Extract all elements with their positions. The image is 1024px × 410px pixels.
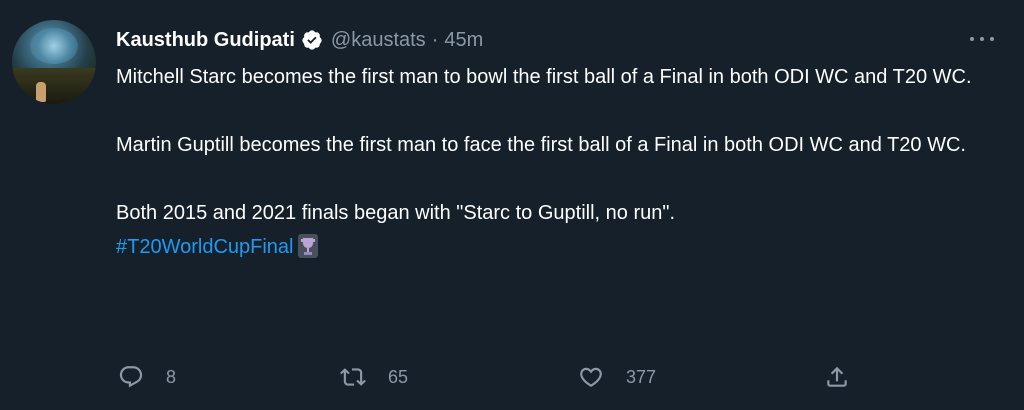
author-handle[interactable]: @kaustats xyxy=(331,29,426,52)
reply-count: 8 xyxy=(166,366,177,387)
avatar-ground xyxy=(12,68,96,104)
reply-icon xyxy=(119,366,143,388)
heart-icon xyxy=(580,367,602,387)
tweet-paragraph-3: Both 2015 and 2021 finals began with "St… xyxy=(116,202,676,224)
share-button[interactable] xyxy=(824,360,850,394)
verified-badge-icon xyxy=(301,29,323,51)
tweet-text: Mitchell Starc becomes the first man to … xyxy=(116,60,996,264)
tweet-actions: 8 65 377 xyxy=(116,360,866,394)
share-icon xyxy=(827,366,847,387)
tweet-hashtag-line: #T20WorldCupFinal xyxy=(116,230,996,264)
tweet-paragraph-2: Martin Guptill becomes the first man to … xyxy=(116,134,966,156)
avatar[interactable] xyxy=(12,20,96,104)
like-count: 377 xyxy=(626,366,657,387)
trophy-emoji-icon xyxy=(296,233,320,259)
tweet-timestamp[interactable]: 45m xyxy=(444,29,483,52)
more-dot xyxy=(970,37,974,41)
avatar-figure xyxy=(36,82,46,102)
avatar-sky xyxy=(30,28,78,64)
more-dot xyxy=(990,37,994,41)
hashtag-link[interactable]: #T20WorldCupFinal xyxy=(116,236,294,258)
tweet-header: Kausthub Gudipati @kaustats · 45m xyxy=(116,26,483,54)
author-name[interactable]: Kausthub Gudipati xyxy=(116,29,295,52)
more-dot xyxy=(980,37,984,41)
like-button[interactable]: 377 xyxy=(578,360,656,394)
more-options-icon[interactable] xyxy=(970,32,994,46)
tweet-card[interactable]: Kausthub Gudipati @kaustats · 45m Mitche… xyxy=(0,0,1024,410)
tweet-paragraph-1: Mitchell Starc becomes the first man to … xyxy=(116,66,972,88)
retweet-count: 65 xyxy=(388,366,409,387)
retweet-button[interactable]: 65 xyxy=(340,360,408,394)
reply-button[interactable]: 8 xyxy=(118,360,176,394)
header-separator: · xyxy=(431,28,439,51)
retweet-icon xyxy=(340,368,366,386)
